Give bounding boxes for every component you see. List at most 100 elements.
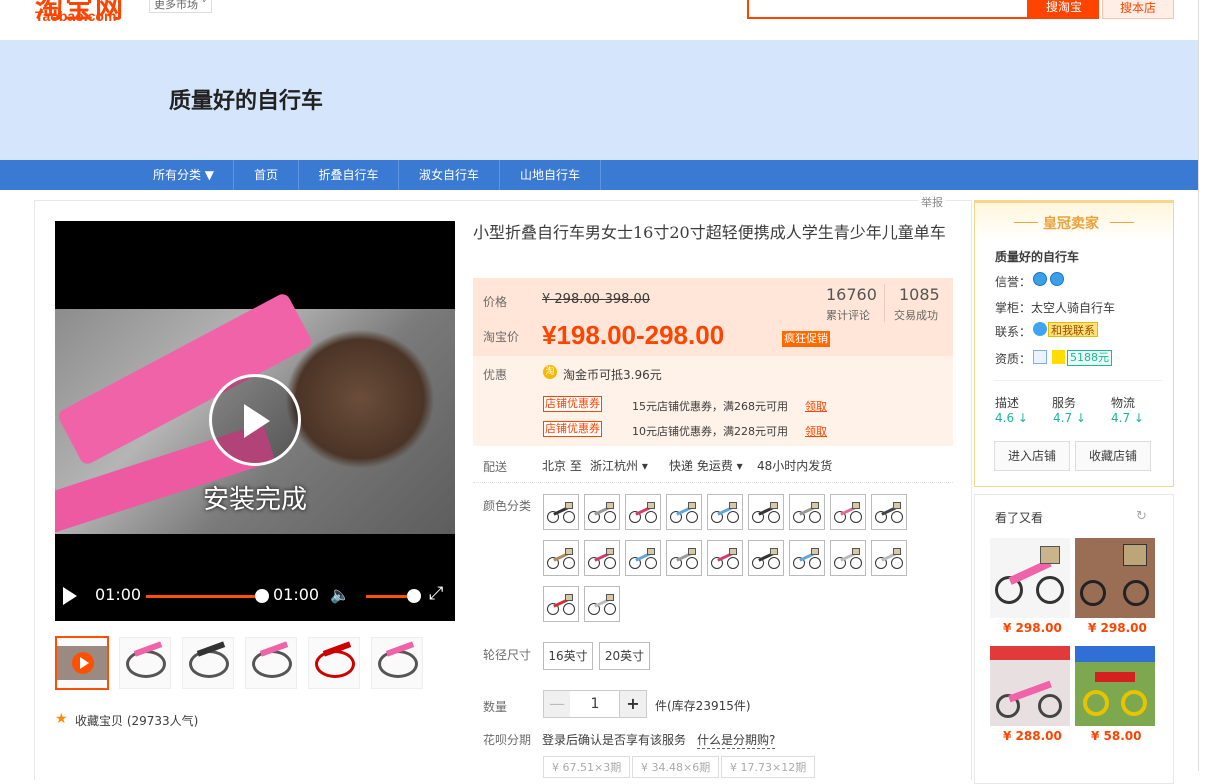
quantity-increase-button[interactable]: +	[619, 690, 647, 718]
color-swatch[interactable]	[830, 494, 866, 530]
nav-ladies-bike[interactable]: 淑女自行车	[399, 160, 500, 190]
progress-knob[interactable]	[255, 589, 269, 603]
taobao-logo-en[interactable]: Taobao.com	[35, 8, 116, 24]
bike-wheel-shape	[850, 511, 862, 523]
contact-seller-button[interactable]: 和我联系	[1048, 322, 1098, 337]
recommend-item-price[interactable]: ¥ 298.00	[1003, 621, 1062, 635]
review-count[interactable]: 16760	[826, 285, 877, 304]
coupon-get-link[interactable]: 领取	[805, 423, 827, 439]
color-swatch[interactable]	[789, 540, 825, 576]
thumbnail-image[interactable]	[371, 637, 423, 689]
progress-bar[interactable]	[146, 595, 262, 598]
recommend-item-price[interactable]: ¥ 58.00	[1091, 729, 1141, 743]
favorite-item-link[interactable]: 收藏宝贝 (29733人气)	[75, 712, 198, 729]
crown-seller-title: 皇冠卖家	[1043, 216, 1099, 232]
recommend-title: 看了又看	[995, 511, 1044, 525]
seller-name[interactable]: 质量好的自行车	[995, 248, 1079, 265]
license-icon[interactable]	[1033, 350, 1047, 364]
wangwang-icon[interactable]	[1033, 322, 1047, 336]
thumbnail-image[interactable]	[308, 637, 360, 689]
score-label-description: 描述	[995, 396, 1020, 410]
recommend-item-image[interactable]	[1075, 538, 1155, 618]
color-swatch[interactable]	[789, 494, 825, 530]
thumbnail-image[interactable]	[245, 637, 297, 689]
color-swatch[interactable]	[625, 494, 661, 530]
nav-home[interactable]: 首页	[234, 160, 299, 190]
nav-all-categories[interactable]: 所有分类 ▼	[134, 160, 234, 190]
color-swatch[interactable]	[543, 540, 579, 576]
color-swatch[interactable]	[666, 494, 702, 530]
color-swatch[interactable]	[871, 540, 907, 576]
color-swatch[interactable]	[584, 494, 620, 530]
hands-image	[285, 329, 435, 469]
shop-title[interactable]: 质量好的自行车	[169, 83, 323, 115]
search-shop-button[interactable]: 搜本店	[1102, 0, 1174, 19]
deal-count[interactable]: 1085	[899, 285, 940, 304]
size-option-20[interactable]: 20英寸	[599, 642, 650, 670]
recommend-item-price[interactable]: ¥ 298.00	[1088, 621, 1147, 635]
installment-option[interactable]: ¥ 17.73×12期	[721, 756, 816, 778]
recommend-item-price[interactable]: ¥ 288.00	[1003, 729, 1062, 743]
review-label[interactable]: 累计评论	[826, 307, 870, 323]
video-player[interactable]: 安装完成 01:00 01:00 🔈 ⤢	[55, 221, 455, 621]
mute-icon[interactable]: 🔈	[330, 585, 350, 604]
ship-method-dropdown[interactable]: 快递 免运费 ▾	[669, 457, 743, 474]
bike-basket-shape	[1040, 546, 1060, 564]
favorite-shop-button[interactable]: 收藏店铺	[1075, 441, 1151, 471]
coupon-get-link[interactable]: 领取	[805, 398, 827, 414]
recommend-item-image[interactable]	[1075, 646, 1155, 726]
quantity-decrease-button[interactable]: —	[543, 690, 571, 718]
fullscreen-icon[interactable]: ⤢	[429, 583, 443, 604]
color-swatch[interactable]	[748, 540, 784, 576]
star-icon[interactable]: ★	[55, 711, 68, 727]
quantity-input[interactable]: 1	[570, 690, 620, 718]
bike-wheel-shape	[809, 511, 821, 523]
bike-basket-shape	[729, 502, 737, 509]
color-swatch[interactable]	[830, 540, 866, 576]
ship-to-dropdown[interactable]: 浙江杭州 ▾	[590, 457, 648, 474]
volume-slider[interactable]	[366, 595, 412, 598]
enter-shop-button[interactable]: 进入店铺	[994, 441, 1070, 471]
size-option-16[interactable]: 16英寸	[543, 642, 593, 670]
color-swatch[interactable]	[871, 494, 907, 530]
nav-folding-bike[interactable]: 折叠自行车	[299, 160, 399, 190]
color-swatch[interactable]	[666, 540, 702, 576]
more-market-dropdown[interactable]: 更多市场 ˅	[149, 0, 212, 13]
color-swatch[interactable]	[625, 540, 661, 576]
search-input[interactable]	[747, 0, 1029, 19]
bike-wheel-shape	[189, 650, 229, 678]
report-link[interactable]: 举报	[918, 194, 946, 210]
refresh-icon[interactable]: ↻	[1136, 509, 1147, 524]
divider	[473, 482, 953, 483]
color-swatch[interactable]	[707, 540, 743, 576]
thumbnail-image[interactable]	[182, 637, 234, 689]
installment-help-link[interactable]: 什么是分期购?	[697, 731, 776, 749]
nav-mountain-bike[interactable]: 山地自行车	[500, 160, 601, 190]
qualification-label: 资质：	[995, 352, 1032, 366]
color-swatch[interactable]	[707, 494, 743, 530]
recommend-item-image[interactable]	[990, 646, 1070, 726]
deal-label[interactable]: 交易成功	[894, 307, 938, 323]
deposit-badge[interactable]: 5188元	[1067, 350, 1112, 366]
bike-wheel-shape	[686, 557, 698, 569]
volume-knob[interactable]	[407, 589, 421, 603]
keeper-name[interactable]: 太空人骑自行车	[1031, 299, 1115, 316]
bike-wheel-shape	[563, 603, 575, 615]
bike-wheel-shape	[1121, 690, 1147, 716]
installment-option[interactable]: ¥ 67.51×3期	[543, 756, 631, 778]
thumbnail-image[interactable]	[119, 637, 171, 689]
search-taobao-button[interactable]: 搜淘宝	[1029, 0, 1099, 19]
installment-option[interactable]: ¥ 34.48×6期	[632, 756, 720, 778]
color-swatch[interactable]	[543, 586, 579, 622]
color-swatch[interactable]	[584, 540, 620, 576]
control-play-icon[interactable]	[63, 587, 77, 605]
scrollbar[interactable]	[1198, 0, 1209, 771]
recommend-item-image[interactable]	[990, 538, 1070, 618]
thumbnail-video[interactable]	[55, 636, 109, 690]
deposit-icon[interactable]	[1052, 350, 1065, 364]
color-swatch[interactable]	[748, 494, 784, 530]
bike-basket-shape	[729, 548, 737, 555]
color-swatch[interactable]	[584, 586, 620, 622]
color-swatch[interactable]	[543, 494, 579, 530]
color-label: 颜色分类	[483, 499, 532, 513]
